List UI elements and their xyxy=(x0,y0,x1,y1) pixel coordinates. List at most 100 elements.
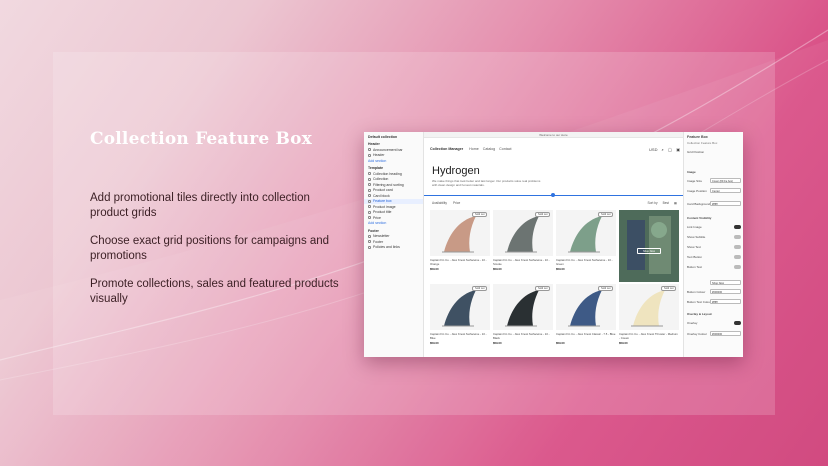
add-section-handle[interactable] xyxy=(551,193,555,197)
product-image[interactable]: Sold out xyxy=(493,210,553,256)
product-price: $59.00 xyxy=(430,341,439,345)
product-card[interactable]: Sold out Captain Fin Co. - Alex Knost Cla… xyxy=(556,284,616,356)
content-header: Content Visibility xyxy=(687,216,712,220)
sidebar-item-label: Product card xyxy=(373,188,393,193)
collection-title: Hydrogen xyxy=(432,165,480,177)
section-icon xyxy=(368,234,371,238)
visibility-toggle[interactable] xyxy=(734,235,741,239)
product-card[interactable]: Sold out Captain Fin Co. - Alex Knost Thr… xyxy=(619,284,679,356)
settings-panel: Feature Box Collection Feature Box Grid … xyxy=(683,132,743,357)
announcement-bar: Welcome to our store xyxy=(424,132,683,138)
sort-select[interactable]: Best xyxy=(663,201,669,205)
product-title[interactable]: Captain Fin Co. - Alex Knost Thruster - … xyxy=(619,332,679,340)
sidebar-item[interactable]: Policies and links xyxy=(364,245,423,251)
visibility-toggle[interactable] xyxy=(734,255,741,259)
settings-title: Feature Box xyxy=(687,135,708,139)
section-icon xyxy=(368,183,371,187)
cart-icon[interactable]: ▣ xyxy=(676,147,680,152)
bullet-2: Choose exact grid positions for campaign… xyxy=(90,235,330,262)
store-brand[interactable]: Collection Manager xyxy=(430,147,463,151)
currency-select[interactable]: USD xyxy=(649,147,657,152)
product-title[interactable]: Captain Fin Co. - Alex Knost Surfaceine … xyxy=(556,258,616,266)
product-image[interactable]: Sold out xyxy=(430,284,490,330)
nav-link-catalog[interactable]: Catalog xyxy=(483,147,495,151)
visibility-toggle[interactable] xyxy=(734,225,741,229)
sections-sidebar: Default collection Header Announcement ba… xyxy=(364,132,424,357)
product-title[interactable]: Captain Fin Co. - Alex Knost Surfaceine … xyxy=(493,258,553,266)
image-size-select[interactable]: Cover (fill the box) xyxy=(710,178,741,183)
sidebar-item-label: Product title xyxy=(373,210,392,215)
sidebar-item-label: Add section xyxy=(368,221,387,226)
visibility-toggle[interactable] xyxy=(734,245,741,249)
product-grid: Sold out Captain Fin Co. - Alex Knost Sur… xyxy=(430,210,680,356)
section-icon xyxy=(368,199,371,203)
product-card[interactable]: Sold out Captain Fin Co. - Alex Knost Sur… xyxy=(556,210,616,282)
sidebar-item[interactable]: Add section xyxy=(364,158,423,164)
grid-position-label: Grid Position xyxy=(687,150,705,154)
sidebar-item-label: Product image xyxy=(373,204,396,209)
sidebar-item-label: Header xyxy=(368,142,380,147)
toggle-label: Show Subtitle xyxy=(687,235,706,239)
sold-out-badge: Sold out xyxy=(598,286,613,291)
settings-subtitle: Collection Feature Box xyxy=(687,141,718,145)
button-colour-input[interactable]: #000000 xyxy=(710,289,741,294)
sidebar-item-label: Template xyxy=(368,166,384,171)
sidebar-item-label: Card block xyxy=(373,193,390,198)
overlay-header: Overlay & Layout xyxy=(687,312,712,316)
collection-description: We make things that look better and last… xyxy=(432,179,541,187)
overlay-label: Overlay xyxy=(687,321,698,325)
bg-colour-input[interactable]: #ffffff xyxy=(710,201,741,206)
product-image[interactable]: Sold out xyxy=(619,284,679,330)
headline: Collection Feature Box xyxy=(90,129,312,149)
nav-link-contact[interactable]: Contact xyxy=(499,147,511,151)
section-icon xyxy=(368,240,371,244)
overlay-colour-label: Overlay Colour xyxy=(687,332,708,336)
toggle-label: Link Image xyxy=(687,225,702,229)
product-title[interactable]: Captain Fin Co. - Alex Knost Surfaceine … xyxy=(430,258,490,266)
availability-filter[interactable]: Availability xyxy=(432,201,447,205)
feature-list: Add promotional tiles directly into coll… xyxy=(90,191,348,320)
sidebar-item-label: Collection heading xyxy=(373,171,402,176)
text-colour-input[interactable]: #ffffff xyxy=(710,299,741,304)
product-image[interactable]: Sold out xyxy=(556,284,616,330)
product-price: $59.00 xyxy=(619,341,628,345)
price-filter[interactable]: Price xyxy=(453,201,460,205)
store-nav: Collection Manager Home Catalog Contact … xyxy=(430,145,680,153)
visibility-toggle[interactable] xyxy=(734,265,741,269)
store-preview: Welcome to our store Collection Manager … xyxy=(424,132,683,357)
toggle-label: Show Text xyxy=(687,245,701,249)
section-icon xyxy=(368,210,371,214)
sidebar-item-label: Price xyxy=(373,215,381,220)
product-price: $59.00 xyxy=(556,267,565,271)
button-colour-label: Button Colour xyxy=(687,290,706,294)
product-title[interactable]: Captain Fin Co. - Alex Knost Classic - 7… xyxy=(556,332,616,337)
product-title[interactable]: Captain Fin Co. - Alex Knost Surfaceine … xyxy=(430,332,490,340)
feature-box-tile[interactable]: Shop Now xyxy=(619,210,679,282)
text-colour-label: Button Text Colour xyxy=(687,300,712,304)
sidebar-item[interactable]: Add section xyxy=(364,221,423,227)
product-card[interactable]: Sold out Captain Fin Co. - Alex Knost Sur… xyxy=(430,210,490,282)
sidebar-item-label: Footer xyxy=(373,239,384,244)
feature-button[interactable]: Shop Now xyxy=(637,248,661,254)
product-card[interactable]: Sold out Captain Fin Co. - Alex Knost Sur… xyxy=(493,284,553,356)
product-image[interactable]: Sold out xyxy=(430,210,490,256)
sidebar-item-label: Collection xyxy=(373,177,389,182)
feature-image xyxy=(619,210,679,282)
overlay-colour-input[interactable]: #000000 xyxy=(710,331,741,336)
product-image[interactable]: Sold out xyxy=(556,210,616,256)
search-icon[interactable]: ⌕ xyxy=(661,147,663,152)
button-text-input[interactable]: Shop Now xyxy=(710,280,741,285)
product-price: $59.00 xyxy=(430,267,439,271)
grid-view-icon[interactable]: ▦ xyxy=(674,201,677,205)
product-card[interactable]: Sold out Captain Fin Co. - Alex Knost Sur… xyxy=(430,284,490,356)
image-position-select[interactable]: Center xyxy=(710,188,741,193)
editor-screenshot: Default collection Header Announcement ba… xyxy=(364,132,743,357)
product-card[interactable]: Sold out Captain Fin Co. - Alex Knost Sur… xyxy=(493,210,553,282)
product-image[interactable]: Sold out xyxy=(493,284,553,330)
section-icon xyxy=(368,194,371,198)
product-title[interactable]: Captain Fin Co. - Alex Knost Surfaceine … xyxy=(493,332,553,340)
account-icon[interactable]: ◯ xyxy=(668,147,672,152)
overlay-toggle[interactable] xyxy=(734,321,741,325)
sort-label: Sort by xyxy=(647,201,658,205)
nav-link-home[interactable]: Home xyxy=(469,147,479,151)
